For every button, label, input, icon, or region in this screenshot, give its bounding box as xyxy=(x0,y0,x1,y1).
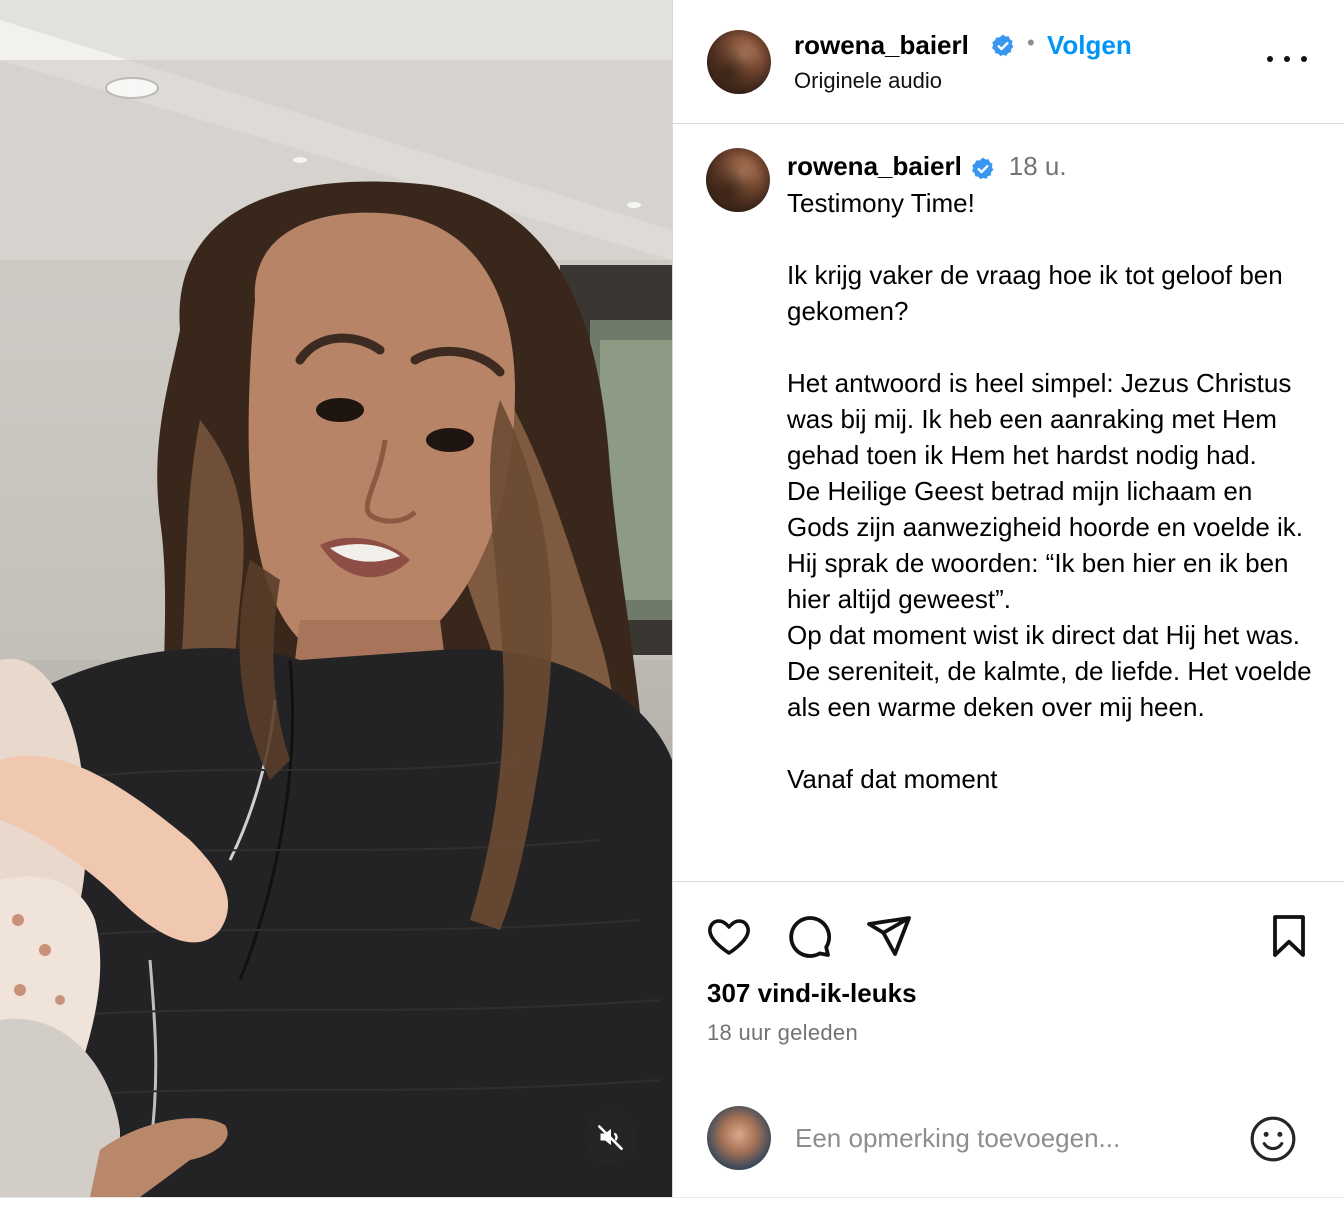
author-avatar[interactable] xyxy=(707,30,771,94)
smiley-icon xyxy=(1250,1116,1296,1162)
comment-input[interactable] xyxy=(795,1116,1215,1160)
caption-username[interactable]: rowena_baierl xyxy=(787,151,962,181)
current-user-avatar xyxy=(707,1106,771,1170)
heart-icon xyxy=(708,919,750,955)
likes-count[interactable]: 307 vind-ik-leuks xyxy=(707,978,917,1009)
page-bottom-edge xyxy=(0,1197,1344,1230)
paper-plane-icon xyxy=(867,916,911,956)
verified-badge-icon xyxy=(972,157,994,179)
speaker-muted-icon xyxy=(598,1125,623,1150)
post-timestamp[interactable]: 18 uur geleden xyxy=(707,1020,858,1046)
caption-timestamp[interactable]: 18 u. xyxy=(1009,151,1067,181)
audio-link[interactable]: Originele audio xyxy=(794,68,942,94)
emoji-button[interactable] xyxy=(1248,1114,1298,1169)
add-comment-row xyxy=(673,1078,1344,1198)
video-frame xyxy=(0,0,672,1197)
comment-bubble-icon xyxy=(789,916,832,958)
post-sidebar: rowena_baierl • Volgen Originele audio r… xyxy=(672,0,1344,1197)
bookmark-icon xyxy=(1273,915,1305,957)
mute-toggle-button[interactable] xyxy=(584,1110,638,1164)
share-button[interactable] xyxy=(865,912,913,965)
verified-badge-icon xyxy=(992,34,1014,57)
comment-button[interactable] xyxy=(785,912,833,965)
action-bar: 307 vind-ik-leuks 18 uur geleden xyxy=(673,881,1344,1197)
author-username[interactable]: rowena_baierl xyxy=(794,30,969,61)
caption-text: Testimony Time! Ik krijg vaker de vraag … xyxy=(787,188,1312,794)
save-button[interactable] xyxy=(1265,912,1313,965)
more-options-icon[interactable] xyxy=(1267,44,1307,74)
caption-section: rowena_baierl 18 u. Testimony Time! Ik k… xyxy=(673,125,1344,881)
caption-author-avatar[interactable] xyxy=(706,148,770,212)
caption-header: rowena_baierl 18 u. xyxy=(787,151,1067,187)
follow-button[interactable]: Volgen xyxy=(1047,30,1132,61)
separator-dot: • xyxy=(1027,30,1035,55)
post-video[interactable] xyxy=(0,0,672,1197)
like-button[interactable] xyxy=(705,912,753,965)
post-header: rowena_baierl • Volgen Originele audio xyxy=(673,0,1344,124)
